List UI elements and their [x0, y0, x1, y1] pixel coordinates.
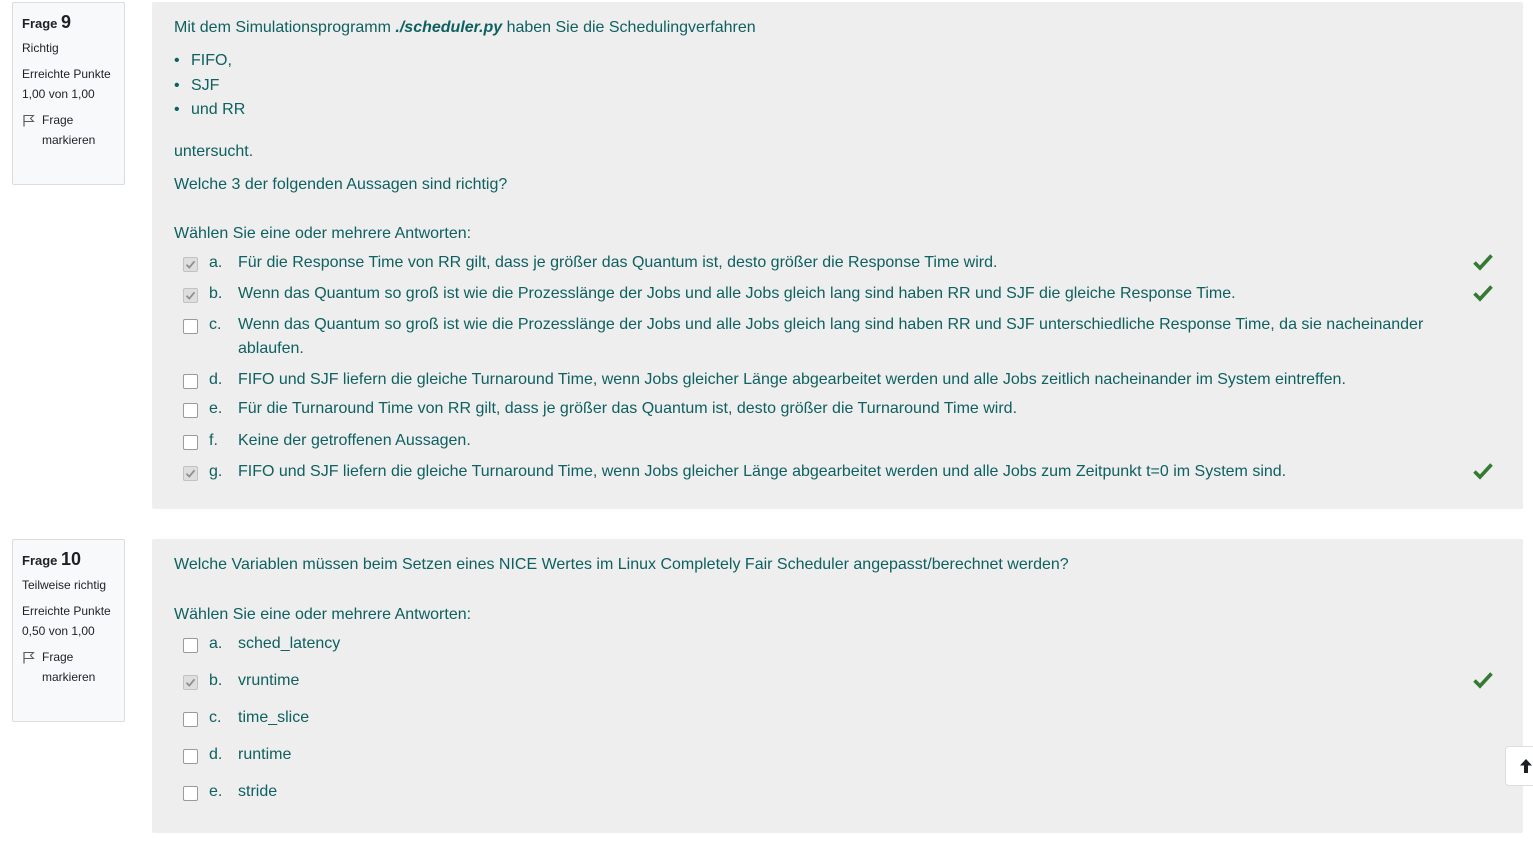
question-info-9: Frage 9 Richtig Erreichte Punkte 1,00 vo…: [12, 2, 125, 185]
answer-text: time_slice: [238, 709, 310, 726]
answer-checkbox[interactable]: [183, 465, 198, 481]
question-content-9: Mit dem Simulationsprogramm ./scheduler.…: [152, 2, 1523, 509]
answer-text: runtime: [238, 746, 292, 763]
answer-text: Wenn das Quantum so groß ist wie die Pro…: [238, 315, 1424, 357]
answer-option-e[interactable]: e. stride: [174, 780, 1501, 804]
question-text-after-list: untersucht.: [174, 142, 254, 160]
question-number-value: 9: [61, 12, 72, 32]
answer-letter: a.: [209, 253, 223, 271]
check-icon: [1473, 671, 1493, 697]
answer-text: Wenn das Quantum so groß ist wie die Pro…: [238, 284, 1236, 302]
answer-list: a. Für die Response Time von RR gilt, das…: [174, 251, 1501, 484]
question-number: Frage 9: [22, 12, 72, 32]
answer-checkbox[interactable]: [183, 638, 198, 653]
flag-question-label: Frage markieren: [42, 650, 96, 684]
answer-checkbox[interactable]: [183, 712, 198, 727]
answer-text: Für die Response Time von RR gilt, dass …: [238, 253, 998, 271]
question-line: Welche 3 der folgenden Aussagen sind ric…: [174, 175, 508, 193]
check-icon: [1473, 284, 1493, 310]
answer-option-b[interactable]: b. vruntime: [174, 669, 1501, 693]
scroll-to-top-button[interactable]: [1505, 746, 1533, 786]
answer-letter: e.: [209, 783, 223, 800]
flag-question-link[interactable]: Frage markieren: [22, 647, 115, 687]
answer-checkbox[interactable]: [183, 434, 198, 450]
answer-checkbox[interactable]: [183, 287, 198, 303]
answer-letter: d.: [209, 746, 223, 763]
answer-text: FIFO und SJF liefern die gleiche Turnaro…: [238, 462, 1287, 480]
list-item: SJF: [174, 74, 1501, 99]
answer-checkbox[interactable]: [183, 373, 198, 389]
answer-checkbox[interactable]: [183, 402, 198, 418]
flag-question-label: Frage markieren: [42, 113, 96, 147]
answer-letter: c.: [209, 709, 222, 726]
answer-checkbox[interactable]: [183, 318, 198, 334]
answer-list: a. sched_latency b. vruntime c. time_slice d. r…: [174, 632, 1501, 804]
answer-option-e[interactable]: e. Für die Turnaround Time von RR gilt, d…: [174, 397, 1501, 421]
answer-letter: c.: [209, 315, 222, 333]
question-intro: Mit dem Simulationsprogramm ./scheduler.…: [174, 19, 756, 36]
answer-option-f[interactable]: f. Keine der getroffenen Aussagen.: [174, 429, 1501, 453]
answer-letter: d.: [209, 370, 223, 388]
answer-prompt: Wählen Sie eine oder mehrere Antworten:: [174, 606, 472, 623]
answer-option-a[interactable]: a. sched_latency: [174, 632, 1501, 656]
question-state: Teilweise richtig: [22, 578, 107, 592]
list-item: und RR: [174, 98, 1501, 123]
list-item: FIFO,: [174, 49, 1501, 74]
answer-checkbox[interactable]: [183, 749, 198, 764]
answer-option-d[interactable]: d. runtime: [174, 743, 1501, 767]
answer-option-g[interactable]: g. FIFO und SJF liefern die gleiche Turna…: [174, 460, 1501, 484]
answer-text: vruntime: [238, 672, 300, 689]
answer-option-d[interactable]: d. FIFO und SJF liefern die gleiche Turna…: [174, 368, 1501, 392]
question-number: Frage 10: [22, 549, 82, 569]
flag-question-link[interactable]: Frage markieren: [22, 110, 115, 150]
answer-checkbox[interactable]: [183, 675, 198, 690]
question-content-10: Welche Variablen müssen beim Setzen eine…: [152, 539, 1523, 833]
answer-text: Keine der getroffenen Aussagen.: [238, 431, 471, 449]
question-line: Welche Variablen müssen beim Setzen eine…: [174, 556, 1069, 573]
program-filename: ./scheduler.py: [395, 19, 503, 36]
answer-option-c[interactable]: c. time_slice: [174, 706, 1501, 730]
check-icon: [1473, 253, 1493, 279]
answer-prompt: Wählen Sie eine oder mehrere Antworten:: [174, 224, 472, 242]
question-grade: Erreichte Punkte 1,00 von 1,00: [22, 67, 111, 101]
answer-letter: g.: [209, 462, 223, 480]
question-number-value: 10: [61, 549, 82, 569]
answer-letter: b.: [209, 672, 223, 689]
arrow-up-icon: [1520, 759, 1532, 773]
answer-letter: b.: [209, 284, 223, 302]
answer-option-b[interactable]: b. Wenn das Quantum so groß ist wie die P…: [174, 282, 1501, 306]
answer-letter: e.: [209, 399, 223, 417]
answer-letter: f.: [209, 431, 218, 449]
flag-icon: [23, 652, 35, 664]
check-icon: [1473, 462, 1493, 488]
answer-option-a[interactable]: a. Für die Response Time von RR gilt, das…: [174, 251, 1501, 275]
answer-option-c[interactable]: c. Wenn das Quantum so groß ist wie die P…: [174, 313, 1501, 361]
answer-letter: a.: [209, 635, 223, 652]
flag-icon: [23, 115, 35, 127]
answer-text: sched_latency: [238, 635, 341, 652]
question-text: Mit dem Simulationsprogramm ./scheduler.…: [174, 16, 1501, 197]
answer-text: FIFO und SJF liefern die gleiche Turnaro…: [238, 370, 1346, 388]
question-grade: Erreichte Punkte 0,50 von 1,00: [22, 604, 111, 638]
answer-text: Für die Turnaround Time von RR gilt, das…: [238, 399, 1018, 417]
answer-checkbox[interactable]: [183, 256, 198, 272]
question-state: Richtig: [22, 41, 59, 55]
scheduling-method-list: FIFO, SJF und RR: [174, 49, 1501, 123]
question-info-10: Frage 10 Teilweise richtig Erreichte Pun…: [12, 539, 125, 722]
answer-text: stride: [238, 783, 278, 800]
answer-checkbox[interactable]: [183, 786, 198, 801]
